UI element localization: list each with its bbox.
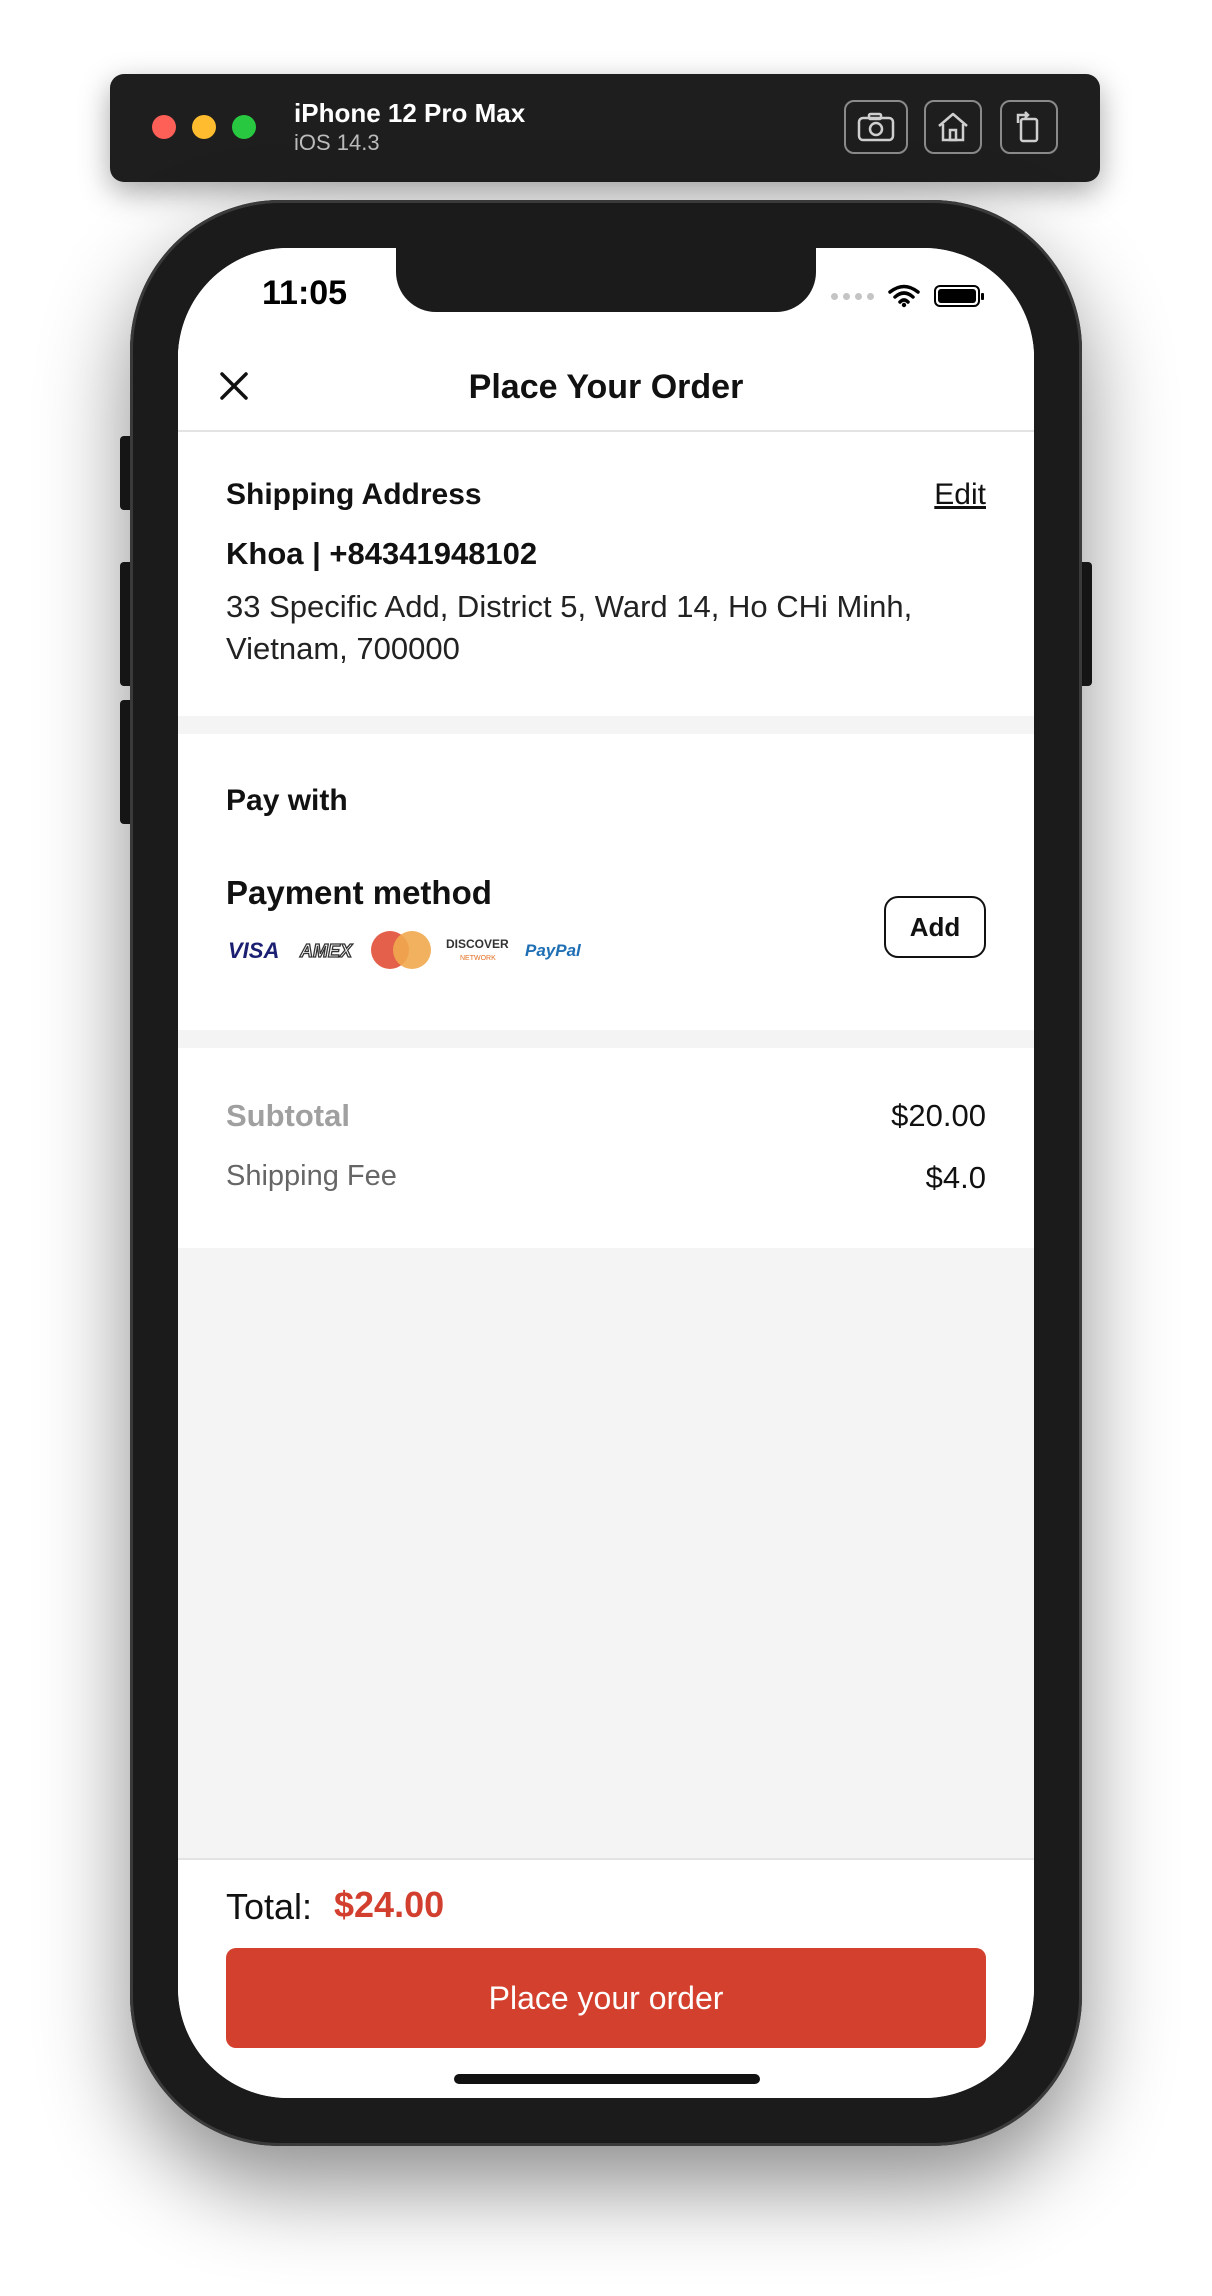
shipping-fee-label: Shipping Fee bbox=[226, 1160, 397, 1192]
visa-logo: VISA bbox=[228, 938, 279, 962]
paypal-logo: PayPal bbox=[525, 941, 582, 960]
os-version: iOS 14.3 bbox=[294, 130, 380, 155]
svg-text:DISCOVER: DISCOVER bbox=[446, 937, 509, 951]
address-text: 33 Specific Add, District 5, Ward 14, Ho… bbox=[226, 589, 913, 666]
place-order-button[interactable]: Place your order bbox=[226, 1948, 986, 2048]
add-payment-button[interactable]: Add bbox=[884, 896, 986, 958]
edit-address-link[interactable]: Edit bbox=[934, 478, 986, 512]
battery-icon bbox=[934, 285, 984, 307]
device-name: iPhone 12 Pro Max bbox=[294, 98, 526, 128]
total-label: Total: bbox=[226, 1886, 313, 1927]
zoom-window-button[interactable] bbox=[232, 115, 256, 139]
page-title: Place Your Order bbox=[468, 368, 744, 406]
pay-with-heading: Pay with bbox=[226, 784, 348, 817]
shipping-fee-value: $4.0 bbox=[925, 1160, 986, 1195]
wifi-icon bbox=[888, 284, 920, 308]
card-logos: VISA AMEX DISCOVER NETWORK PayPal bbox=[226, 930, 586, 970]
rotate-icon bbox=[1016, 111, 1039, 143]
home-button[interactable] bbox=[924, 100, 982, 154]
rotate-button[interactable] bbox=[1000, 100, 1058, 154]
payment-method-label: Payment method bbox=[226, 874, 492, 911]
order-summary-section: Subtotal $20.00 Shipping Fee $4.0 bbox=[178, 1048, 1034, 1248]
screenshot-icon bbox=[857, 112, 895, 142]
svg-text:AMEX: AMEX bbox=[299, 941, 353, 961]
subtotal-value: $20.00 bbox=[891, 1098, 986, 1133]
amex-logo: AMEX bbox=[298, 940, 353, 961]
phone-screen: 11:05 Place Your Order Shipping Address … bbox=[178, 248, 1034, 2098]
signal-icon bbox=[831, 292, 874, 300]
mastercard-logo bbox=[371, 931, 431, 969]
home-indicator[interactable] bbox=[454, 2074, 760, 2084]
discover-logo: DISCOVER NETWORK bbox=[446, 937, 509, 962]
notch bbox=[396, 248, 816, 312]
total-value: $24.00 bbox=[334, 1884, 445, 1925]
svg-text:PayPal: PayPal bbox=[525, 941, 582, 960]
minimize-window-button[interactable] bbox=[192, 115, 216, 139]
shipping-fee-row: Shipping Fee $4.0 bbox=[226, 1160, 986, 1196]
shipping-address-heading: Shipping Address bbox=[226, 478, 482, 511]
home-icon bbox=[938, 112, 968, 142]
subtotal-row: Subtotal $20.00 bbox=[226, 1098, 986, 1134]
shipping-address-section: Shipping Address Edit Khoa | +8434194810… bbox=[178, 432, 1034, 716]
screenshot-button[interactable] bbox=[844, 100, 908, 154]
navigation-bar: Place Your Order bbox=[178, 344, 1034, 432]
phone-frame: 11:05 Place Your Order Shipping Address … bbox=[130, 200, 1082, 2146]
svg-text:VISA: VISA bbox=[228, 938, 279, 962]
simulator-toolbar: iPhone 12 Pro Max iOS 14.3 bbox=[110, 74, 1100, 182]
svg-text:NETWORK: NETWORK bbox=[460, 955, 496, 962]
status-indicators bbox=[831, 284, 984, 308]
recipient-name-phone: Khoa | +84341948102 bbox=[226, 536, 538, 571]
payment-section: Pay with Payment method VISA AMEX DISCOV… bbox=[178, 734, 1034, 1030]
status-time: 11:05 bbox=[262, 274, 348, 312]
close-window-button[interactable] bbox=[152, 115, 176, 139]
checkout-bar: Total: $24.00 Place your order bbox=[178, 1858, 1034, 2098]
subtotal-label: Subtotal bbox=[226, 1098, 350, 1133]
